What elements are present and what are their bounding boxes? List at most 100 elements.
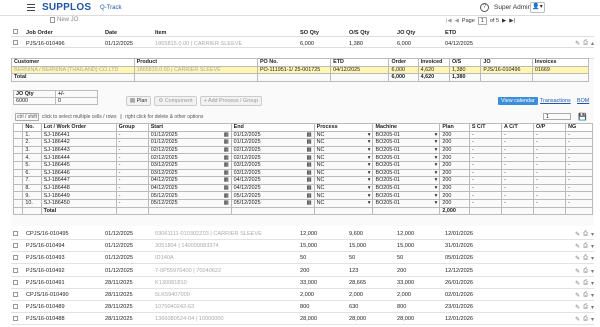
view-calendar-button[interactable]: View calendar xyxy=(498,97,538,105)
chevron-down-icon[interactable]: ▾ xyxy=(368,178,371,184)
plan-cell[interactable]: 01/12/2025 ▦ xyxy=(147,138,232,147)
print-icon[interactable]: ⎙ xyxy=(583,268,588,275)
table-row[interactable]: CPJS/16-010490 28/11/2025 5LK59407000 2,000… xyxy=(11,289,594,301)
plan-cell[interactable]: - xyxy=(565,176,593,185)
hamburger-menu-icon[interactable] xyxy=(27,4,35,11)
row-checkbox[interactable] xyxy=(13,243,18,249)
plan-row[interactable]: 4. SJ-186444-02/12/2025 ▦ 02/12/2025 ▦ NC ▾ BO2… xyxy=(12,153,593,162)
calendar-icon[interactable]: ▦ xyxy=(224,147,229,153)
plan-cell[interactable]: 02/12/2025 ▦ xyxy=(230,153,315,162)
plan-cell[interactable]: - xyxy=(468,198,502,208)
plan-cell[interactable]: - xyxy=(468,130,502,140)
plan-cell[interactable]: 8. xyxy=(22,183,42,193)
plan-row-marker[interactable] xyxy=(12,183,24,193)
plan-cell[interactable]: - xyxy=(565,168,593,178)
plan-cell[interactable]: NC ▾ xyxy=(313,145,374,155)
chevron-down-icon[interactable]: ▾ xyxy=(435,185,438,191)
plan-cell[interactable]: - xyxy=(115,168,149,178)
plan-row-marker[interactable] xyxy=(12,153,24,162)
print-icon[interactable]: ⎙ xyxy=(583,243,588,250)
table-row[interactable]: PJS/16-010493 01/12/2025 ID140A 50 50 50 05/01… xyxy=(11,252,594,265)
plan-cell[interactable]: - xyxy=(565,145,593,155)
plan-cell[interactable]: NC ▾ xyxy=(313,138,374,147)
plan-cell[interactable]: - xyxy=(500,138,535,147)
print-icon[interactable]: ⎙ xyxy=(583,304,588,311)
chevron-down-icon[interactable]: ▾ xyxy=(368,140,371,146)
plan-cell[interactable]: - xyxy=(533,198,567,208)
plan-cell[interactable]: - xyxy=(533,191,567,200)
chevron-down-icon[interactable]: ▾ xyxy=(368,193,371,199)
plan-cell[interactable]: NC ▾ xyxy=(313,183,374,193)
row-checkbox[interactable] xyxy=(13,231,18,236)
edit-icon[interactable]: ✎ xyxy=(575,243,580,250)
plan-cell[interactable]: 01/12/2025 ▦ xyxy=(147,130,232,140)
plan-row[interactable]: 5. SJ-186445-03/12/2025 ▦ 03/12/2025 ▦ NC ▾ BO2… xyxy=(12,160,593,170)
plan-cell[interactable]: - xyxy=(533,160,567,170)
plan-cell[interactable]: 03/12/2025 ▦ xyxy=(147,160,232,170)
calendar-icon[interactable]: ▦ xyxy=(224,193,229,199)
plan-cell[interactable]: 02/12/2025 ▦ xyxy=(230,145,315,155)
last-page-icon[interactable]: ▶| xyxy=(509,18,515,24)
plan-cell[interactable]: 05/12/2025 ▦ xyxy=(230,191,315,200)
row-checkbox[interactable] xyxy=(13,40,18,45)
plan-cell[interactable]: 200 xyxy=(439,160,470,170)
plan-cell[interactable]: BO205-01 ▾ xyxy=(372,145,441,155)
plan-cell[interactable]: - xyxy=(533,176,567,185)
plan-cell[interactable]: BO205-01 ▾ xyxy=(372,168,441,178)
table-row[interactable]: PJS/16-010488 28/11/2025 1366080524-04 | 1… xyxy=(11,313,594,326)
chevron-down-icon[interactable]: ▾ xyxy=(368,170,371,176)
plan-cell[interactable]: - xyxy=(500,168,535,178)
calendar-icon[interactable]: ▦ xyxy=(307,147,312,153)
plan-row[interactable]: 10. SJ-186450-05/12/2025 ▦ 05/12/2025 ▦ NC ▾ BO… xyxy=(12,198,593,208)
chevron-down-icon[interactable]: ▾ xyxy=(591,316,594,323)
plan-cell[interactable]: - xyxy=(468,191,502,200)
plan-cell[interactable]: 04/12/2025 ▦ xyxy=(147,176,232,185)
add-process-button[interactable]: + Add Process / Group xyxy=(199,96,263,106)
plan-cell[interactable]: - xyxy=(565,138,593,147)
plan-cell[interactable]: - xyxy=(500,198,535,208)
print-icon[interactable]: ⎙ xyxy=(583,255,588,262)
calendar-icon[interactable]: ▦ xyxy=(307,155,312,161)
plan-cell[interactable]: - xyxy=(468,145,502,155)
plan-cell[interactable]: - xyxy=(115,160,149,170)
chevron-down-icon[interactable]: ▾ xyxy=(368,185,371,191)
print-icon[interactable]: ⎙ xyxy=(583,316,588,323)
plan-cell[interactable]: - xyxy=(500,183,535,193)
prev-page-icon[interactable]: ◀ xyxy=(455,18,459,24)
plan-cell[interactable]: SJ-186448 xyxy=(40,183,117,193)
table-row-expanded[interactable]: PJS/16-010496 01/12/2025 1865815.0.00 | … xyxy=(11,39,594,48)
row-checkbox[interactable] xyxy=(13,255,18,261)
row-checkbox[interactable] xyxy=(13,292,18,297)
row-jo[interactable]: PJS/16-010489 xyxy=(26,304,65,310)
col-jo-qty[interactable]: JO Qty xyxy=(397,30,415,36)
plan-cell[interactable]: SJ-186442 xyxy=(40,138,117,147)
plan-cell[interactable]: - xyxy=(115,145,149,155)
plan-cell[interactable]: - xyxy=(468,160,502,170)
chevron-down-icon[interactable]: ▾ xyxy=(591,231,594,238)
col-job-order[interactable]: Job Order xyxy=(26,30,53,36)
first-page-icon[interactable]: |◀ xyxy=(446,18,452,24)
plan-cell[interactable]: BO205-01 ▾ xyxy=(372,191,441,200)
plan-cell[interactable]: SJ-186441 xyxy=(40,130,117,140)
plan-cell[interactable]: - xyxy=(468,168,502,178)
plan-cell[interactable]: 200 xyxy=(439,153,470,162)
plan-cell[interactable]: 04/12/2025 ▦ xyxy=(147,183,232,193)
plan-row[interactable]: 1. SJ-186441-01/12/2025 ▦ 01/12/2025 ▦ NC ▾ BO2… xyxy=(12,130,593,140)
plan-cell[interactable]: BO205-01 ▾ xyxy=(372,183,441,193)
plan-cell[interactable]: - xyxy=(115,191,149,200)
chevron-down-icon[interactable]: ▾ xyxy=(368,147,371,153)
plan-cell[interactable]: 02/12/2025 ▦ xyxy=(147,153,232,162)
chevron-down-icon[interactable]: ▾ xyxy=(368,132,371,138)
chevron-down-icon[interactable]: ▾ xyxy=(435,140,438,146)
row-jo[interactable]: CPJS/16-010495 xyxy=(26,231,69,237)
plan-cell[interactable]: 01/12/2025 ▦ xyxy=(230,130,315,140)
plan-cell[interactable]: - xyxy=(115,176,149,185)
chevron-down-icon[interactable]: ▾ xyxy=(435,162,438,168)
plan-cell[interactable]: SJ-186445 xyxy=(40,160,117,170)
calendar-icon[interactable]: ▦ xyxy=(224,178,229,184)
plan-row[interactable]: 7. SJ-186447-04/12/2025 ▦ 04/12/2025 ▦ NC ▾ BO2… xyxy=(12,176,593,185)
plan-cell[interactable]: - xyxy=(500,176,535,185)
plan-cell[interactable]: - xyxy=(533,138,567,147)
plan-cell[interactable]: - xyxy=(500,160,535,170)
plan-cell[interactable]: 3. xyxy=(22,145,42,155)
